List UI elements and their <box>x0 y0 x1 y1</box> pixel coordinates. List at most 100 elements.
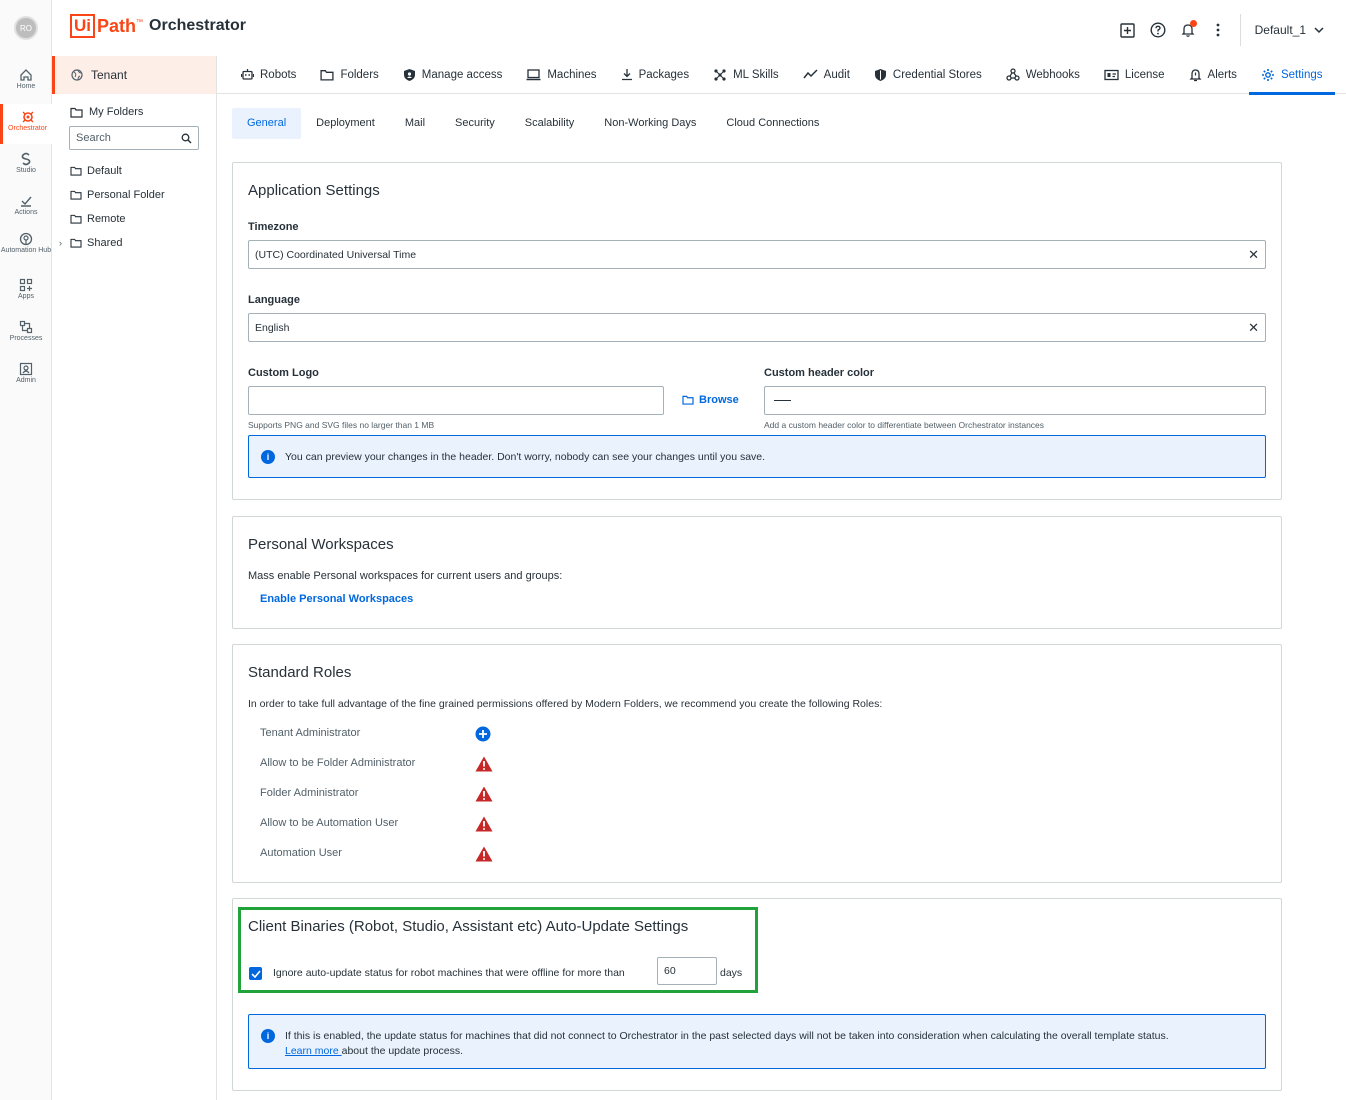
rail-label: Apps <box>18 293 34 300</box>
tab-label: Folders <box>340 68 379 81</box>
enable-personal-workspaces-link[interactable]: Enable Personal Workspaces <box>260 593 413 605</box>
custom-logo-helper: Supports PNG and SVG files no larger tha… <box>248 420 435 430</box>
folder-item-shared[interactable]: › Shared <box>52 231 216 255</box>
rail-item-processes[interactable]: Processes <box>0 320 52 360</box>
ml-skills-icon <box>714 68 726 81</box>
role-name: Automation User <box>260 847 342 859</box>
tab-packages[interactable]: Packages <box>609 56 702 94</box>
my-folders-node[interactable]: My Folders <box>52 94 216 118</box>
tab-settings[interactable]: Settings <box>1248 56 1335 95</box>
add-icon[interactable] <box>1120 22 1136 38</box>
tab-alerts[interactable]: Alerts <box>1177 56 1249 94</box>
tab-machines[interactable]: Machines <box>514 56 608 94</box>
info-icon: i <box>261 1029 275 1043</box>
rail-item-studio[interactable]: Studio <box>0 152 52 192</box>
rail-item-actions[interactable]: Actions <box>0 194 52 234</box>
section-title: Application Settings <box>248 182 380 199</box>
search-placeholder: Search <box>76 132 111 144</box>
section-title: Standard Roles <box>248 664 352 681</box>
rail-item-automation-hub[interactable]: Automation Hub <box>0 232 52 272</box>
actions-icon <box>21 196 32 207</box>
role-name: Allow to be Folder Administrator <box>260 757 416 769</box>
rail-item-apps[interactable]: Apps <box>0 278 52 318</box>
tab-credential-stores[interactable]: Credential Stores <box>862 56 994 94</box>
globe-icon <box>71 69 83 81</box>
logo-tm: ™ <box>136 18 144 26</box>
folder-search-input[interactable]: Search <box>69 126 199 150</box>
my-folders-label: My Folders <box>89 106 144 118</box>
folder-item-default[interactable]: Default <box>52 159 216 183</box>
timezone-label: Timezone <box>248 221 299 233</box>
subtab-scalability[interactable]: Scalability <box>510 108 590 139</box>
logo-path: Path <box>97 15 137 36</box>
tab-robots[interactable]: Robots <box>229 56 308 94</box>
tab-folders[interactable]: Folders <box>308 56 390 94</box>
webhook-icon <box>1006 68 1020 81</box>
tenant-name: Default_1 <box>1254 23 1306 37</box>
rail-item-admin[interactable]: Admin <box>0 362 52 402</box>
folder-label: Default <box>87 165 122 177</box>
learn-more-link[interactable]: Learn more <box>285 1045 342 1057</box>
folder-label: Personal Folder <box>87 189 165 201</box>
folder-item-remote[interactable]: Remote <box>52 207 216 231</box>
notifications-icon[interactable] <box>1180 20 1197 38</box>
settings-subtabs: General Deployment Mail Security Scalabi… <box>232 108 834 139</box>
language-value: English <box>255 321 290 334</box>
language-select[interactable]: English ✕ <box>248 313 1266 342</box>
uipath-logo[interactable]: Ui Path ™ Orchestrator <box>70 14 246 38</box>
tab-ml-skills[interactable]: ML Skills <box>701 56 791 94</box>
add-role-button[interactable] <box>475 726 491 747</box>
gear-icon <box>1261 68 1274 81</box>
orchestrator-icon <box>22 111 33 123</box>
tab-label: Settings <box>1280 68 1323 81</box>
tenant-selector[interactable]: Default_1 <box>1239 14 1326 46</box>
tab-label: Credential Stores <box>892 68 982 81</box>
timezone-value: (UTC) Coordinated Universal Time <box>255 248 417 261</box>
clear-icon[interactable]: ✕ <box>1248 247 1259 263</box>
tab-audit[interactable]: Audit <box>791 56 862 94</box>
custom-header-color-label: Custom header color <box>764 367 875 379</box>
rail-label: Orchestrator <box>8 125 47 132</box>
tab-license[interactable]: License <box>1092 56 1177 94</box>
warning-icon <box>475 816 493 837</box>
tab-label: Robots <box>260 68 297 81</box>
shield-icon <box>874 68 886 81</box>
subtab-security[interactable]: Security <box>440 108 510 139</box>
info-text: If this is enabled, the update status fo… <box>285 1030 1169 1042</box>
folder-item-personal[interactable]: Personal Folder <box>52 183 216 207</box>
chevron-right-icon[interactable]: › <box>59 238 62 248</box>
browse-button[interactable]: Browse <box>682 394 739 406</box>
role-name: Allow to be Automation User <box>260 817 399 829</box>
subtab-non-working-days[interactable]: Non-Working Days <box>589 108 711 139</box>
subtab-cloud-connections[interactable]: Cloud Connections <box>711 108 834 139</box>
clear-icon[interactable]: ✕ <box>1248 320 1259 336</box>
tab-manage-access[interactable]: Manage access <box>391 56 515 94</box>
global-navigation-rail: RO Home Orchestrator Studio Actions Auto… <box>0 0 52 1100</box>
custom-header-color-input[interactable] <box>764 386 1266 415</box>
subtab-deployment[interactable]: Deployment <box>301 108 390 139</box>
license-icon <box>1104 69 1119 80</box>
custom-logo-input[interactable] <box>248 386 664 415</box>
folder-icon <box>70 238 82 248</box>
more-vertical-icon[interactable] <box>1210 22 1226 38</box>
rail-item-home[interactable]: Home <box>0 68 52 108</box>
avatar[interactable]: RO <box>14 16 38 40</box>
subtab-mail[interactable]: Mail <box>390 108 440 139</box>
shield-icon <box>403 68 415 81</box>
warning-icon <box>475 756 493 777</box>
tenant-node[interactable]: Tenant <box>52 56 216 94</box>
help-icon[interactable] <box>1150 22 1166 38</box>
subtab-general[interactable]: General <box>232 108 302 139</box>
rail-label: Actions <box>14 209 38 216</box>
bell-icon <box>1188 68 1202 81</box>
rail-label: Processes <box>9 335 43 342</box>
tab-webhooks[interactable]: Webhooks <box>994 56 1092 94</box>
info-text: You can preview your changes in the head… <box>285 450 766 463</box>
rail-item-orchestrator[interactable]: Orchestrator <box>0 104 52 144</box>
tab-label: Manage access <box>421 68 503 81</box>
add-circle-icon <box>475 726 491 742</box>
tab-label: Webhooks <box>1025 68 1080 81</box>
timezone-select[interactable]: (UTC) Coordinated Universal Time ✕ <box>248 240 1266 269</box>
robot-icon <box>241 69 254 80</box>
folder-icon <box>70 214 82 224</box>
